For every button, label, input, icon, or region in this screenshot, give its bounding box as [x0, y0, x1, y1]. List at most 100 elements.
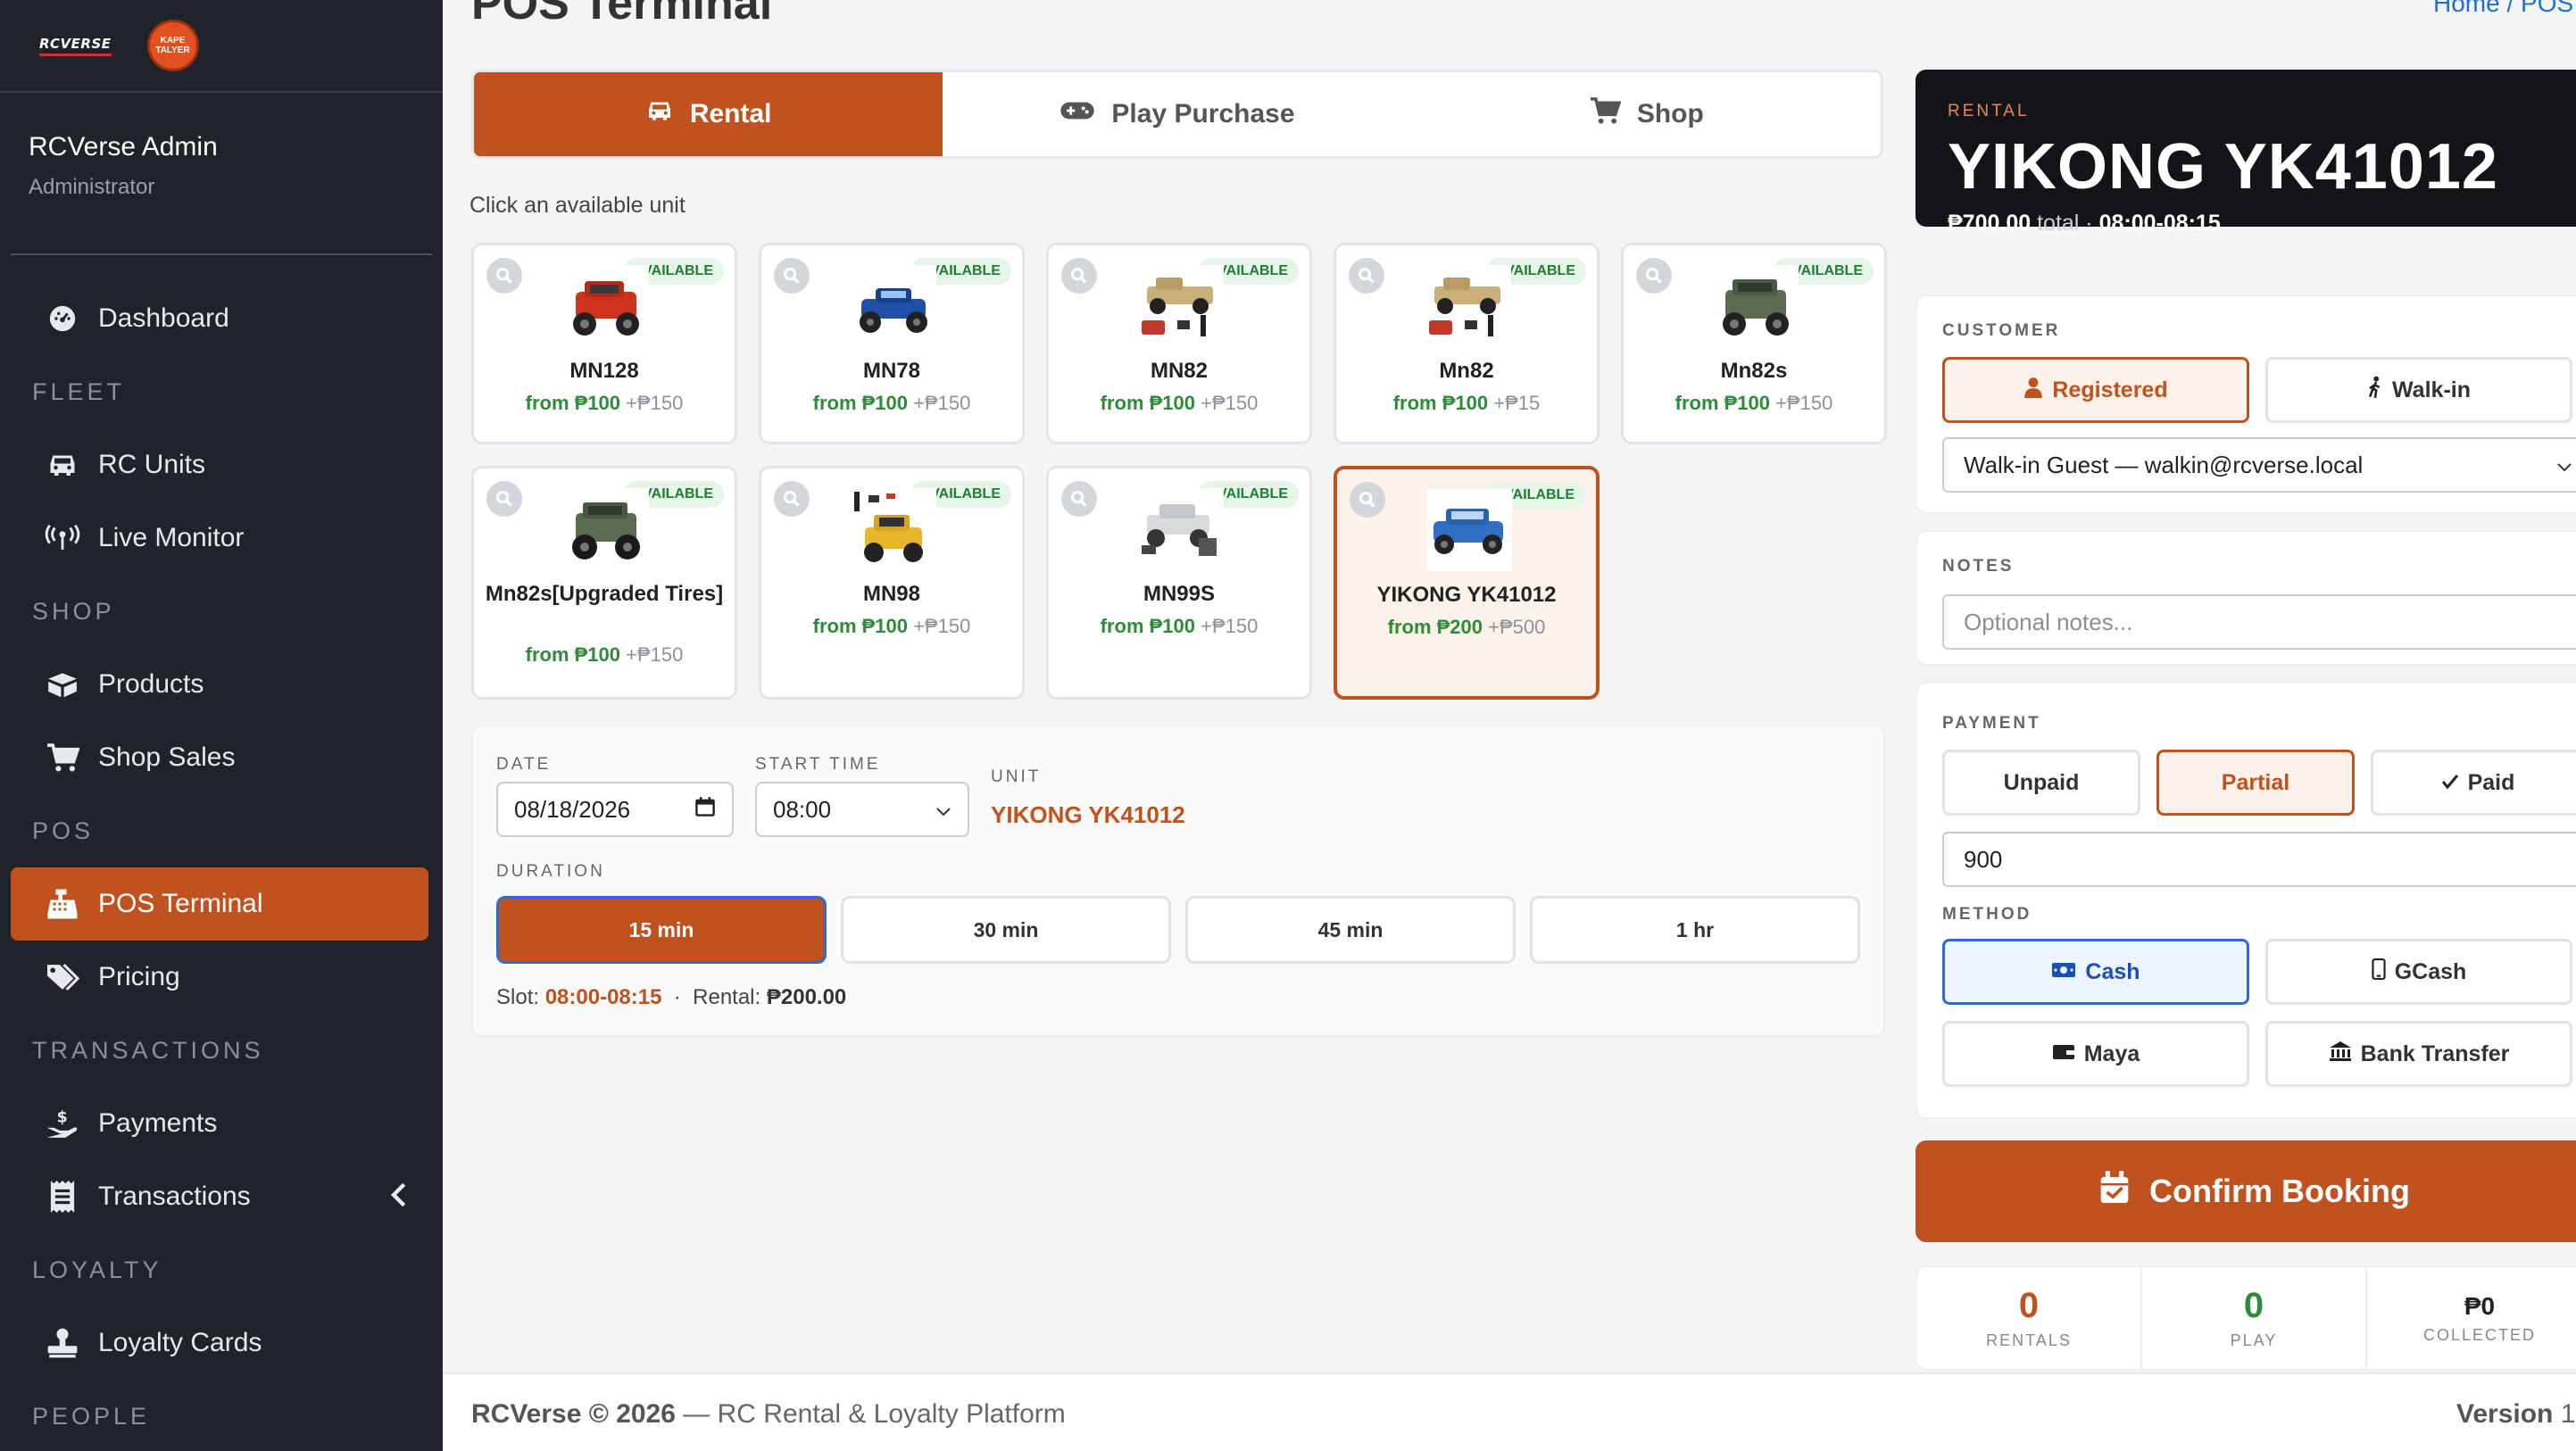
stat-label: PLAY: [2230, 1331, 2278, 1349]
notes-label: NOTES: [1942, 557, 2015, 576]
sidebar-divider: [11, 253, 432, 255]
mode-tabs: Rental Play Purchase Shop: [471, 70, 1883, 159]
date-label: DATE: [496, 755, 552, 774]
unit-photo: [1138, 488, 1224, 570]
hand-holding-dollar-icon: $: [45, 1107, 80, 1140]
unit-price: from ₱100 +₱150: [761, 392, 1022, 415]
zoom-icon[interactable]: [1636, 258, 1672, 294]
footer-version-label: Version: [2456, 1399, 2554, 1429]
bank-transfer-button[interactable]: Bank Transfer: [2265, 1021, 2572, 1087]
summary-title: YIKONG YK41012: [1948, 131, 2498, 203]
sidebar-item-products[interactable]: Products: [11, 648, 428, 721]
slot-value: 08:00-08:15: [544, 985, 662, 1009]
unit-card[interactable]: AVAILABLE Mn82s[Upgraded Tires] from ₱10…: [471, 466, 737, 700]
chevron-left-icon[interactable]: [389, 1182, 407, 1215]
partial-button[interactable]: Partial: [2156, 750, 2355, 816]
sidebar-item-payments[interactable]: $ Payments: [11, 1087, 428, 1160]
unit-card[interactable]: AVAILABLE MN82 from ₱100 +₱150: [1046, 243, 1312, 444]
zoom-icon[interactable]: [1061, 481, 1097, 517]
start-time-label: START TIME: [755, 755, 881, 774]
unpaid-button[interactable]: Unpaid: [1942, 750, 2140, 816]
unit-card[interactable]: AVAILABLE Mn82s from ₱100 +₱150: [1621, 243, 1887, 444]
dashboard-icon: [45, 303, 80, 334]
tab-play-purchase[interactable]: Play Purchase: [943, 72, 1411, 156]
unit-card[interactable]: AVAILABLE MN78 from ₱100 +₱150: [759, 243, 1025, 444]
rental-value: ₱200.00: [766, 985, 847, 1009]
stat-value: 0: [2018, 1286, 2040, 1325]
maya-button[interactable]: Maya: [1942, 1021, 2249, 1087]
gcash-button[interactable]: GCash: [2265, 939, 2572, 1005]
sidebar-nav: Dashboard FLEET RC Units Live Monitor SH…: [11, 282, 428, 1451]
zoom-icon[interactable]: [1061, 258, 1097, 294]
unit-photo: [851, 488, 936, 570]
registered-button[interactable]: Registered: [1942, 357, 2249, 423]
bank-icon: [2329, 1041, 2352, 1068]
notes-input[interactable]: Optional notes...: [1942, 594, 2576, 650]
unit-price-main: from ₱100: [1674, 392, 1771, 414]
sidebar-item-transactions[interactable]: Transactions: [11, 1160, 428, 1233]
unit-photo: [563, 488, 649, 570]
sidebar-item-label: Transactions: [98, 1182, 251, 1211]
start-time-value: 08:00: [773, 795, 832, 823]
tags-icon: [45, 962, 80, 992]
sidebar-item-rc-units[interactable]: RC Units: [11, 428, 428, 502]
walk-in-button[interactable]: Walk-in: [2265, 357, 2572, 423]
tab-shop[interactable]: Shop: [1412, 72, 1881, 156]
duration-15-min-button[interactable]: 15 min: [496, 896, 827, 964]
stat-value: ₱0: [2464, 1291, 2496, 1320]
cart-icon: [1589, 96, 1622, 132]
date-input[interactable]: 08/18/2026: [496, 782, 734, 837]
bank-transfer-label: Bank Transfer: [2360, 1041, 2510, 1066]
confirm-label: Confirm Booking: [2149, 1173, 2410, 1209]
customer-select[interactable]: Walk-in Guest — walkin@rcverse.local: [1942, 437, 2576, 493]
confirm-booking-button[interactable]: Confirm Booking: [1915, 1140, 2576, 1242]
calendar-icon[interactable]: [694, 796, 716, 824]
duration-1-hr-button[interactable]: 1 hr: [1530, 896, 1860, 964]
sidebar-item-pos-terminal[interactable]: POS Terminal: [11, 867, 428, 941]
sidebar-item-dashboard[interactable]: Dashboard: [11, 282, 428, 355]
unit-name: MN98: [862, 582, 921, 606]
breadcrumb[interactable]: Home / POS: [2433, 0, 2573, 18]
unit-price-main: from ₱100: [1100, 392, 1196, 414]
duration-30-min-button[interactable]: 30 min: [841, 896, 1171, 964]
zoom-icon[interactable]: [1349, 258, 1384, 294]
duration-45-min-button[interactable]: 45 min: [1185, 896, 1516, 964]
stat-collected: ₱0 COLLECTED: [2367, 1267, 2576, 1369]
rcverse-logo[interactable]: RCVERSE: [39, 36, 112, 56]
sidebar-item-pricing[interactable]: Pricing: [11, 941, 428, 1014]
zoom-icon[interactable]: [1350, 482, 1385, 518]
zoom-icon[interactable]: [774, 258, 810, 294]
cash-button[interactable]: Cash: [1942, 939, 2249, 1005]
zoom-icon[interactable]: [774, 481, 810, 517]
sidebar-item-loyalty-cards[interactable]: Loyalty Cards: [11, 1306, 428, 1380]
customer-panel: CUSTOMER Registered Walk-in Walk-in Gues…: [1915, 294, 2576, 514]
zoom-icon[interactable]: [486, 481, 522, 517]
duration-label: DURATION: [496, 862, 605, 881]
unit-price: from ₱200 +₱500: [1337, 616, 1596, 639]
sidebar-item-label: Loyalty Cards: [98, 1328, 262, 1357]
chevron-down-icon: [2556, 452, 2572, 479]
unit-price-main: from ₱100: [525, 643, 621, 666]
paid-button[interactable]: Paid: [2371, 750, 2576, 816]
sidebar-brand: RCVERSE KAPE TALYER: [0, 0, 443, 93]
sidebar-item-shop-sales[interactable]: Shop Sales: [11, 721, 428, 794]
zoom-icon[interactable]: [486, 258, 522, 294]
unit-card[interactable]: AVAILABLE Mn82 from ₱100 +₱15: [1334, 243, 1600, 444]
start-time-select[interactable]: 08:00: [755, 782, 969, 837]
sidebar-item-label: Live Monitor: [98, 523, 245, 552]
car-icon: [45, 452, 80, 478]
payment-amount-input[interactable]: 900: [1942, 832, 2576, 887]
cash-label: Cash: [2085, 958, 2140, 984]
unit-price: from ₱100 +₱150: [1049, 392, 1309, 415]
unit-photo: [1713, 265, 1799, 347]
user-name: RCVerse Admin: [29, 132, 218, 162]
unit-name: Mn82: [1439, 359, 1494, 383]
unit-card[interactable]: AVAILABLE MN98 from ₱100 +₱150: [759, 466, 1025, 700]
customer-select-value: Walk-in Guest — walkin@rcverse.local: [1964, 451, 2364, 478]
unit-card[interactable]: AVAILABLE MN128 from ₱100 +₱150: [471, 243, 737, 444]
unit-card-selected[interactable]: AVAILABLE YIKONG YK41012 from ₱200 +₱500: [1334, 466, 1600, 700]
unit-card[interactable]: AVAILABLE MN99S from ₱100 +₱150: [1046, 466, 1312, 700]
tab-rental[interactable]: Rental: [474, 72, 943, 156]
sidebar-item-live-monitor[interactable]: Live Monitor: [11, 502, 428, 575]
sidebar-item-label: Payments: [98, 1108, 218, 1138]
